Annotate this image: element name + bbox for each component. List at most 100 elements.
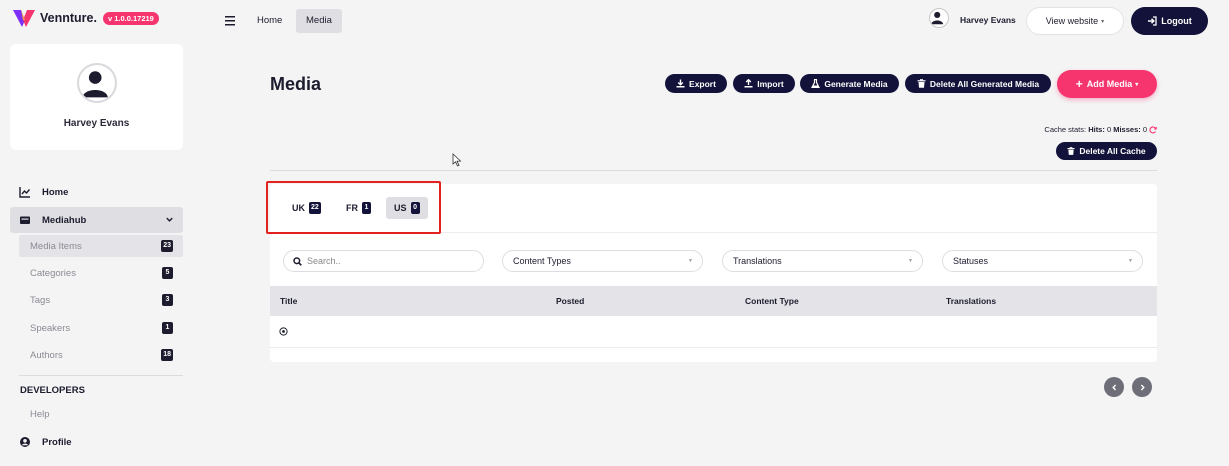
logout-label: Logout <box>1161 16 1192 26</box>
sidebar-item-label: Media Items <box>30 240 82 252</box>
translations-select[interactable]: Translations ▼ <box>722 250 923 272</box>
user-circle-icon <box>20 437 30 447</box>
chevron-left-icon <box>1111 384 1116 390</box>
download-icon <box>676 79 685 88</box>
caret-down-icon: ▼ <box>688 258 693 264</box>
select-label: Content Types <box>513 256 571 266</box>
sidebar-item-categories[interactable]: Categories 5 <box>19 262 183 284</box>
sidebar-item-mediahub[interactable]: Mediahub <box>10 207 183 233</box>
sidebar-item-media-items[interactable]: Media Items 23 <box>19 235 183 257</box>
page-title: Media <box>270 74 322 94</box>
logout-button[interactable]: Logout <box>1131 7 1208 35</box>
avatar <box>77 63 117 103</box>
sidebar-item-label: Tags <box>30 294 51 306</box>
column-header-title[interactable]: Title <box>280 296 297 306</box>
table-header: Title Posted Content Type Translations <box>270 286 1157 316</box>
cache-misses-value: 0 <box>1142 125 1147 134</box>
sidebar-item-home[interactable]: Home <box>10 179 183 205</box>
statuses-select[interactable]: Statuses ▼ <box>942 250 1143 272</box>
add-media-label: Add Media <box>1086 79 1133 89</box>
sidebar-item-tags[interactable]: Tags 3 <box>19 289 183 311</box>
sidebar-item-label: Speakers <box>30 322 71 334</box>
logout-icon <box>1148 16 1157 26</box>
search-field[interactable] <box>283 250 484 272</box>
trash-icon <box>1067 147 1075 155</box>
pagination-prev-button[interactable] <box>1104 377 1124 397</box>
delete-generated-label: Delete All Generated Media <box>929 78 1040 89</box>
user-name[interactable]: Harvey Evans <box>960 15 1016 25</box>
plus-icon: + <box>1075 77 1083 91</box>
hamburger-menu-icon[interactable] <box>225 16 237 26</box>
search-icon <box>293 256 302 266</box>
generate-media-label: Generate Media <box>824 78 888 89</box>
content-types-select[interactable]: Content Types ▼ <box>502 250 703 272</box>
topbar: Home Media Harvey Evans View website ▾ L… <box>193 0 1229 44</box>
sidebar: Vennture. v 1.0.0.17219 Harvey Evans Hom… <box>0 0 193 466</box>
sidebar-item-label: Help <box>30 408 50 420</box>
loading-spinner-icon <box>279 327 288 336</box>
table-row <box>270 316 1157 348</box>
pagination-next-button[interactable] <box>1132 377 1152 397</box>
count-badge: 5 <box>162 267 173 279</box>
sidebar-item-label: Profile <box>42 436 72 448</box>
view-website-label: View website <box>1045 16 1099 26</box>
sidebar-item-profile[interactable]: Profile <box>10 431 183 453</box>
breadcrumb-home[interactable]: Home <box>257 9 282 33</box>
select-label: Translations <box>733 256 782 266</box>
caret-down-icon: ▾ <box>1101 18 1105 25</box>
chart-line-icon <box>19 187 31 198</box>
delete-generated-media-button[interactable]: Delete All Generated Media <box>905 74 1051 93</box>
cache-misses-label: Misses: <box>1113 125 1141 134</box>
export-label: Export <box>689 78 716 89</box>
media-folder-icon <box>20 216 30 224</box>
sidebar-item-authors[interactable]: Authors 18 <box>19 344 183 366</box>
brand[interactable]: Vennture. v 1.0.0.17219 <box>12 8 159 28</box>
import-button[interactable]: Import <box>733 74 795 93</box>
sidebar-item-speakers[interactable]: Speakers 1 <box>19 317 183 339</box>
user-avatar-icon <box>931 11 944 25</box>
export-button[interactable]: Export <box>665 74 727 93</box>
breadcrumb-media[interactable]: Media <box>296 9 342 33</box>
sidebar-item-label: Home <box>42 186 69 198</box>
caret-down-icon: ▼ <box>1128 258 1133 264</box>
brand-name: Vennture. <box>40 11 97 25</box>
divider <box>270 170 1157 171</box>
chevron-right-icon <box>1140 384 1145 390</box>
trash-icon <box>917 79 926 88</box>
sidebar-item-label: Categories <box>30 267 76 279</box>
column-header-content-type[interactable]: Content Type <box>745 296 799 306</box>
upload-icon <box>744 79 753 88</box>
profile-name: Harvey Evans <box>63 118 130 129</box>
sidebar-divider <box>19 375 183 376</box>
vennture-logo-icon <box>13 10 35 27</box>
version-badge: v 1.0.0.17219 <box>102 11 159 25</box>
count-badge: 23 <box>161 240 173 252</box>
delete-cache-label: Delete All Cache <box>1079 146 1146 156</box>
select-label: Statuses <box>953 256 989 266</box>
add-media-button[interactable]: + Add Media ▾ <box>1057 70 1157 98</box>
count-badge: 1 <box>162 322 173 334</box>
section-title-developers: DEVELOPERS <box>20 385 85 396</box>
view-website-dropdown[interactable]: View website ▾ <box>1026 7 1124 35</box>
mouse-cursor-icon <box>452 153 462 167</box>
column-header-translations[interactable]: Translations <box>946 296 996 306</box>
profile-card: Harvey Evans <box>10 44 183 150</box>
count-badge: 18 <box>161 349 173 361</box>
region-tabs-highlight <box>266 181 441 234</box>
caret-down-icon: ▾ <box>1135 81 1139 88</box>
chevron-down-icon <box>166 217 173 222</box>
caret-down-icon: ▼ <box>908 258 913 264</box>
sidebar-item-label: Mediahub <box>42 214 87 226</box>
search-input[interactable] <box>307 256 467 266</box>
sidebar-item-help[interactable]: Help <box>19 403 183 425</box>
refresh-icon[interactable] <box>1149 125 1157 134</box>
flask-icon <box>811 79 821 88</box>
column-header-posted[interactable]: Posted <box>556 296 584 306</box>
generate-media-button[interactable]: Generate Media <box>800 74 899 93</box>
cache-stats: Cache stats: Hits: 0 Misses: 0 <box>1044 125 1157 134</box>
avatar[interactable] <box>929 8 949 28</box>
import-label: Import <box>757 78 784 89</box>
delete-cache-button[interactable]: Delete All Cache <box>1056 142 1157 160</box>
count-badge: 3 <box>162 294 173 306</box>
cache-stats-prefix: Cache stats: <box>1044 125 1087 134</box>
